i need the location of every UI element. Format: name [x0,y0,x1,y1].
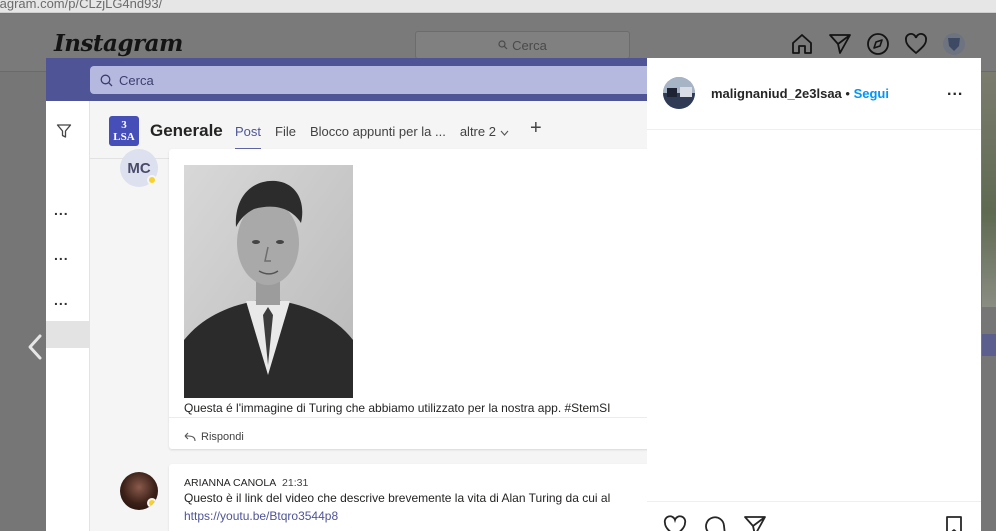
instagram-search-input[interactable]: Cerca [415,31,630,59]
save-icon[interactable] [944,515,964,531]
tab-more-label: altre 2 [459,124,496,139]
channel-tabs: Post File Blocco appunti per la ... altr… [235,124,509,151]
turing-photo[interactable] [184,165,353,398]
home-icon[interactable] [790,32,814,56]
team-badge-line1: 3 [121,119,127,131]
more-options-button[interactable]: ... [947,82,963,100]
message-time: 21:31 [282,477,309,489]
background-post-image-edge [982,72,996,307]
username-link[interactable]: malignaniud_2e3lsaa [711,86,842,101]
message-text: Questa é l'immagine di Turing che abbiam… [184,401,611,415]
reply-label: Rispondi [201,431,244,443]
post-author: malignaniud_2e3lsaa • Segui [711,86,889,101]
teams-search-input[interactable]: Cerca [90,66,647,94]
tab-post[interactable]: Post [235,124,262,151]
post-image-teams-screenshot: Cerca ... ... ... 3 LSA Generale Post Fi… [46,58,647,531]
heart-icon[interactable] [904,32,928,56]
browser-url-bar[interactable]: tagram.com/p/CLzjLG4nd93/ [0,0,996,13]
comment-icon[interactable] [703,515,727,531]
team-more-options[interactable]: ... [54,202,69,218]
author-name: ARIANNA CANOLA [184,477,277,489]
explore-icon[interactable] [866,32,890,56]
search-icon [100,74,113,86]
message-card: Questa é l'immagine di Turing che abbiam… [169,149,647,449]
profile-picture [663,77,695,109]
channel-feed: MC Questa é l'immagine di Turing che abb… [90,149,647,531]
instagram-post-panel: malignaniud_2e3lsaa • Segui ... [647,58,981,531]
avatar[interactable] [120,472,158,510]
message-text: Questo è il link del video che descrive … [184,491,611,505]
team-badge-line2: LSA [113,131,135,143]
presence-away-badge [147,175,157,185]
teams-side-list: ... ... ... [46,101,90,531]
tab-notebook[interactable]: Blocco appunti per la ... [310,124,446,139]
share-icon[interactable] [743,515,767,531]
post-action-bar [647,501,981,531]
avatar[interactable] [663,77,695,109]
message-author: ARIANNA CANOLA 21:31 [184,477,308,489]
instagram-search-placeholder: Cerca [512,37,547,53]
message-card: ARIANNA CANOLA 21:31 Questo è il link de… [169,464,647,531]
avatar[interactable]: MC [120,149,158,187]
filter-icon[interactable] [56,123,72,139]
reply-button[interactable]: Rispondi [169,417,647,447]
profile-avatar[interactable] [942,32,966,56]
reply-icon [184,432,196,442]
like-icon[interactable] [663,515,687,531]
direct-icon[interactable] [828,32,852,56]
teams-search-placeholder: Cerca [119,72,154,88]
chevron-left-icon [28,334,42,360]
channel-title: Generale [150,121,223,140]
selected-channel-row[interactable] [46,321,90,348]
portrait-image [184,165,353,398]
previous-post-button[interactable] [26,333,44,366]
add-tab-button[interactable]: + [530,117,542,140]
background-post-image-edge-bottom [982,334,996,356]
presence-away-badge [147,498,157,508]
follow-button[interactable]: Segui [854,86,889,101]
tab-file[interactable]: File [275,124,296,139]
youtube-link[interactable]: https://youtu.be/Btqro3544p8 [184,509,338,523]
avatar-initials: MC [127,159,151,177]
url-text: tagram.com/p/CLzjLG4nd93/ [0,0,163,11]
post-header: malignaniud_2e3lsaa • Segui ... [647,58,981,130]
chevron-down-icon [500,130,509,136]
team-more-options[interactable]: ... [54,247,69,263]
team-more-options[interactable]: ... [54,292,69,308]
tab-more[interactable]: altre 2 [460,124,509,139]
search-icon [498,40,508,50]
instagram-logo[interactable]: Instagram [54,30,183,57]
instagram-nav-icons [790,32,966,56]
team-avatar-badge: 3 LSA [109,116,139,146]
separator-dot: • [845,86,850,101]
teams-top-bar: Cerca [46,58,647,101]
